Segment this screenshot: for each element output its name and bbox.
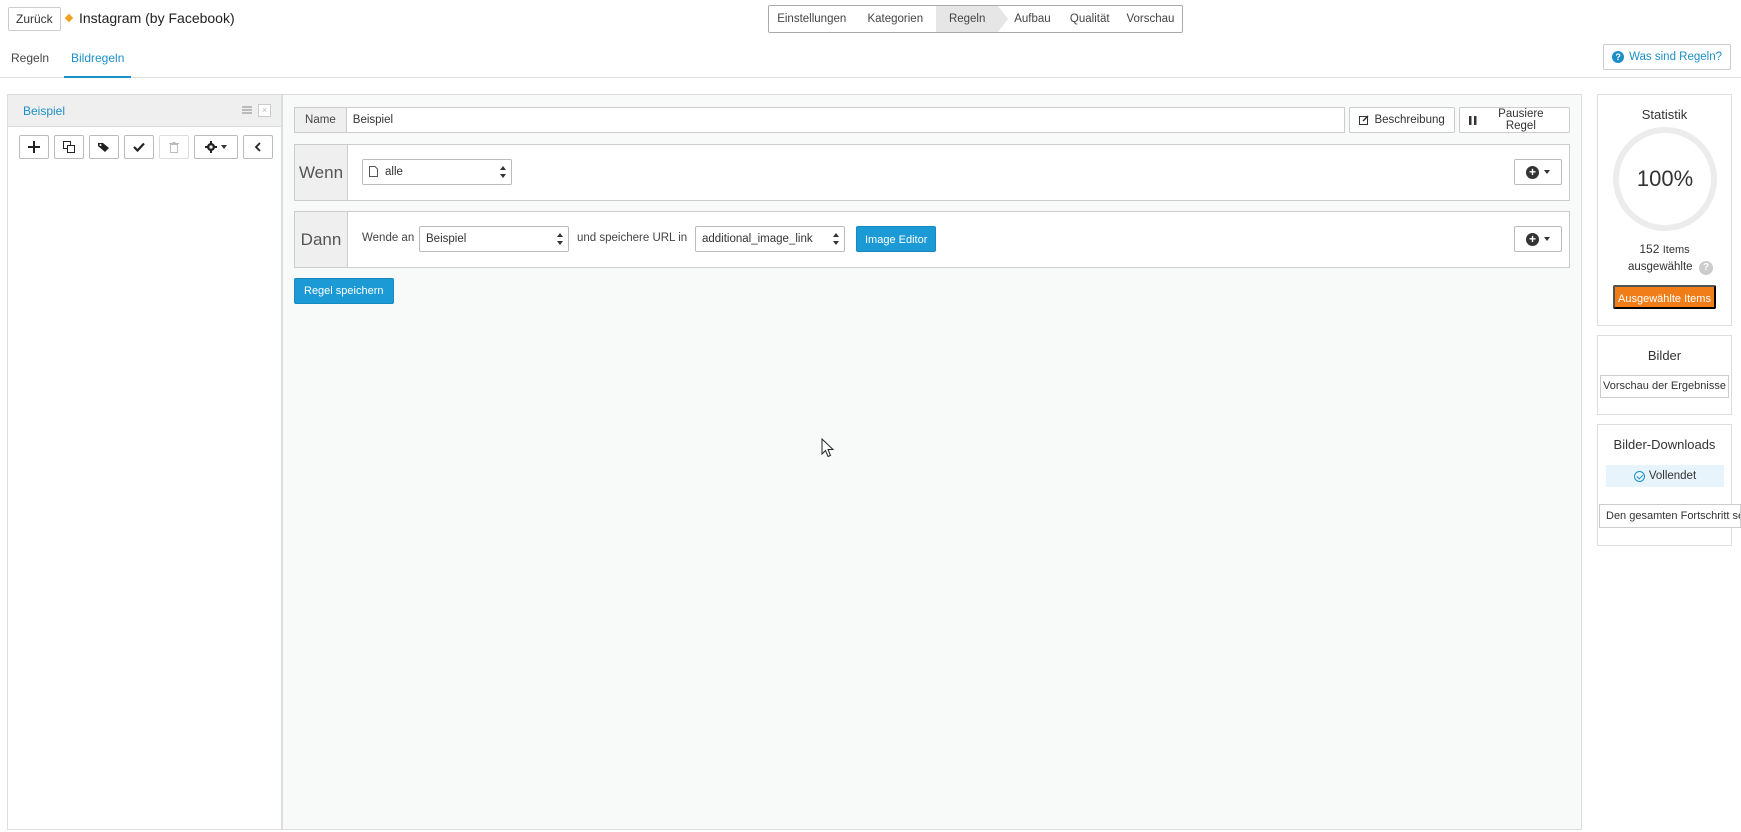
rule-name-input[interactable]: Beispiel [346, 107, 1346, 133]
wizard-step-einstellungen[interactable]: Einstellungen [769, 6, 854, 32]
collapse-panel-button[interactable] [243, 135, 273, 159]
images-panel: Bilder Vorschau der Ergebnisse [1597, 335, 1732, 415]
images-title: Bilder [1647, 348, 1682, 363]
then-label: Dann [295, 212, 348, 267]
view-progress-button[interactable]: Den gesamten Fortschritt seh [1599, 504, 1741, 528]
add-action-dropdown[interactable]: + [1514, 226, 1562, 252]
check-circle-icon [1633, 470, 1645, 482]
url-field-value: additional_image_link [702, 233, 813, 245]
back-button[interactable]: Zurück [8, 7, 61, 31]
tab-bildregeln[interactable]: Bildregeln [64, 51, 132, 78]
select-arrows-icon [500, 166, 506, 178]
wizard-step-regeln[interactable]: Regeln [936, 6, 1009, 32]
wizard-steps: Einstellungen Kategorien Regeln Aufbau Q… [768, 5, 1183, 33]
statistics-panel: Statistik 100% 152 Items ausgewählte ? A… [1597, 94, 1732, 326]
channel-diamond-icon [64, 13, 74, 23]
rule-item-label: Beispiel [23, 104, 66, 118]
then-action-box: Dann Wende an Beispiel und speichere URL… [294, 211, 1570, 268]
items-count-value: 152 [1639, 242, 1660, 256]
file-icon [369, 166, 378, 177]
select-arrows-icon [833, 233, 839, 245]
subtabs-bar: Regeln Bildregeln [0, 40, 1741, 78]
question-icon: ? [1612, 51, 1625, 63]
name-label: Name [294, 107, 347, 133]
wizard-step-vorschau[interactable]: Vorschau [1119, 6, 1182, 32]
activate-rule-button[interactable] [124, 135, 154, 159]
mouse-cursor-icon [821, 438, 835, 458]
pause-label: Pausiere Regel [1498, 108, 1544, 132]
rule-editor-panel: Name Beispiel Beschreibung Pausiere Rege… [282, 94, 1582, 830]
statistics-title: Statistik [1641, 107, 1688, 122]
plus-circle-icon: + [1526, 165, 1539, 179]
chevron-down-icon [1544, 170, 1550, 174]
add-rule-button[interactable] [19, 135, 49, 159]
drag-handle-icon[interactable] [242, 106, 252, 114]
apply-text: Wende an [362, 232, 415, 244]
save-url-text: und speichere URL in [577, 232, 688, 244]
download-status-label: Vollendet [1648, 470, 1697, 482]
when-condition-box: Wenn alle + [294, 144, 1570, 201]
help-button-label: Was sind Regeln? [1629, 51, 1722, 63]
wizard-step-kategorien[interactable]: Kategorien [854, 6, 936, 32]
rule-list-item[interactable]: Beispiel × [8, 95, 281, 127]
save-rule-button[interactable]: Regel speichern [294, 278, 394, 304]
url-field-select[interactable]: additional_image_link [695, 226, 845, 252]
tab-regeln[interactable]: Regeln [11, 51, 49, 76]
app-title: Instagram (by Facebook) [64, 10, 235, 26]
when-filter-value: alle [385, 166, 403, 178]
description-label: Beschreibung [1374, 114, 1445, 126]
add-condition-dropdown[interactable]: + [1514, 159, 1562, 185]
duplicate-rule-button[interactable] [54, 135, 84, 159]
chevron-left-icon [254, 142, 261, 152]
rules-list-panel: Beispiel × [7, 94, 282, 830]
select-arrows-icon [557, 233, 563, 245]
app-title-text: Instagram (by Facebook) [79, 10, 235, 26]
plus-icon [28, 141, 40, 153]
check-icon [133, 142, 145, 152]
preview-results-button[interactable]: Vorschau der Ergebnisse [1600, 375, 1729, 398]
gear-icon [205, 141, 217, 153]
when-filter-select[interactable]: alle [362, 159, 512, 185]
apply-template-select[interactable]: Beispiel [419, 226, 569, 252]
apply-template-value: Beispiel [426, 233, 467, 245]
help-button[interactable]: ? Was sind Regeln? [1603, 44, 1731, 70]
settings-dropdown-button[interactable] [194, 135, 238, 159]
delete-rule-button[interactable] [159, 135, 189, 159]
chevron-down-icon [1544, 237, 1550, 241]
image-downloads-title: Bilder-Downloads [1613, 437, 1716, 452]
statistics-ring: 100% [1613, 127, 1717, 231]
chevron-down-icon [221, 145, 227, 149]
name-row: Name Beispiel Beschreibung Pausiere Rege… [294, 107, 1570, 133]
rules-toolbar [19, 135, 278, 159]
tag-rule-button[interactable] [89, 135, 119, 159]
trash-icon [169, 141, 179, 153]
items-count-word: Items [1662, 244, 1690, 256]
selected-label: ausgewählte [1628, 261, 1693, 273]
copy-icon [63, 141, 75, 153]
plus-circle-icon: + [1526, 232, 1539, 246]
selected-items-button[interactable]: Ausgewählte Items [1613, 285, 1716, 309]
image-editor-button[interactable]: Image Editor [856, 226, 937, 252]
help-question-icon[interactable]: ? [1699, 261, 1713, 275]
pause-icon [1468, 115, 1477, 125]
wizard-step-qualitaet[interactable]: Qualität [1061, 6, 1119, 32]
statistics-percent: 100% [1636, 166, 1694, 191]
when-label: Wenn [295, 145, 348, 200]
download-status-badge: Vollendet [1606, 465, 1724, 487]
tags-icon [97, 142, 109, 152]
items-count: 152 Items [1598, 242, 1731, 256]
edit-icon [1359, 115, 1369, 125]
description-button[interactable]: Beschreibung [1349, 107, 1455, 133]
close-icon[interactable]: × [258, 104, 271, 117]
pause-rule-button[interactable]: Pausiere Regel [1458, 107, 1570, 133]
